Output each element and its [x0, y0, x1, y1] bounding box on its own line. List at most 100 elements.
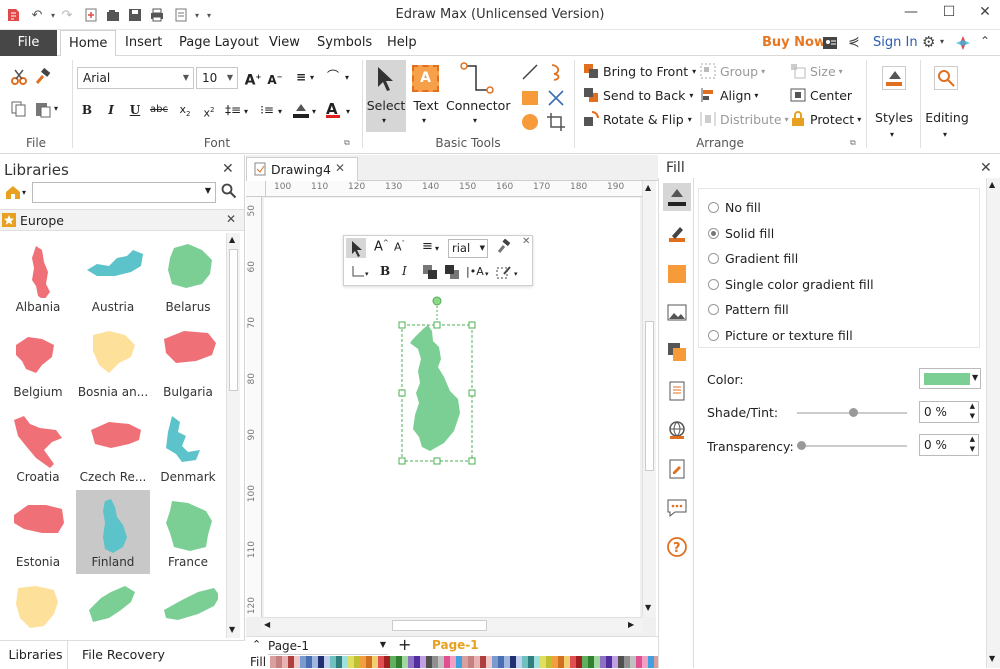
page-select[interactable]: Page-1 ▼	[268, 639, 388, 655]
transparency-input[interactable]: 0 % ▲ ▼	[919, 434, 979, 456]
fill-option-gradient-fill[interactable]: Gradient fill	[708, 251, 798, 266]
library-shape-item-12[interactable]	[1, 575, 75, 638]
resize-handle[interactable]	[468, 321, 476, 329]
library-shape-france[interactable]: France	[151, 490, 225, 574]
library-category-header[interactable]: Europe ✕	[0, 209, 244, 231]
search-icon[interactable]	[221, 183, 237, 202]
scroll-right-icon[interactable]: ▶	[628, 620, 634, 629]
library-shape-czech-re[interactable]: Czech Re...	[76, 405, 150, 489]
cut-icon[interactable]	[10, 68, 28, 89]
close-floatbar-icon[interactable]: ✕	[522, 236, 530, 247]
font-color-dropdown-icon[interactable]: ▾	[346, 107, 350, 116]
library-scrollbar[interactable]: ▲ ▼	[226, 233, 240, 638]
paragraph-align-icon[interactable]: ≡	[292, 68, 310, 86]
bring-forward-icon[interactable]	[422, 264, 438, 283]
ellipse-tool-icon[interactable]	[520, 112, 540, 135]
edit-shape-dropdown-icon[interactable]: ▾	[514, 270, 518, 278]
group-button[interactable]: Group ▾	[700, 63, 765, 79]
bold-button[interactable]: B	[78, 101, 96, 119]
text-path-icon[interactable]: ⌒	[324, 67, 342, 85]
library-shape-belarus[interactable]: Belarus	[151, 235, 225, 319]
page-tab-active[interactable]: Page-1	[432, 638, 479, 652]
tab-view[interactable]: View	[261, 30, 308, 56]
italic-button[interactable]: I	[402, 264, 407, 278]
spinner-arrows-icon[interactable]: ▲ ▼	[970, 434, 975, 454]
scroll-left-icon[interactable]: ◀	[264, 620, 270, 629]
decrease-font-icon[interactable]: Aˇ	[394, 240, 405, 254]
transparency-knob[interactable]	[797, 441, 806, 450]
document-tab[interactable]: Drawing4 ✕	[246, 157, 358, 181]
spinner-arrows-icon[interactable]: ▲ ▼	[970, 401, 975, 421]
line-style-icon[interactable]	[666, 224, 688, 246]
paragraph-align-icon[interactable]: ≡	[422, 239, 433, 254]
close-window-icon[interactable]: ✕	[974, 4, 996, 24]
line-tool-icon[interactable]	[520, 62, 540, 85]
scroll-down-icon[interactable]: ▼	[989, 654, 995, 663]
rectangle-tool-icon[interactable]	[520, 88, 540, 111]
resize-handle[interactable]	[398, 457, 406, 465]
connector-dropdown-icon[interactable]: ▾	[365, 270, 369, 278]
align-dropdown-icon[interactable]: ▾	[435, 244, 439, 253]
arrange-dialog-launcher-icon[interactable]: ⧉	[850, 138, 856, 148]
line-spacing-dropdown-icon[interactable]: ▾	[244, 107, 248, 116]
text-highlight-icon[interactable]	[292, 101, 310, 122]
align-button[interactable]: Align ▾	[700, 87, 758, 103]
comment-icon[interactable]	[666, 497, 688, 519]
font-dialog-launcher-icon[interactable]: ⧉	[344, 138, 350, 148]
increase-font-icon[interactable]: A+	[244, 68, 262, 89]
underline-button[interactable]: U	[126, 101, 144, 119]
home-dropdown-icon[interactable]: ▾	[22, 188, 26, 197]
scroll-thumb[interactable]	[392, 620, 487, 631]
collapse-ribbon-icon[interactable]: ⌃	[980, 34, 990, 48]
home-icon[interactable]	[4, 184, 24, 203]
shade-tint-slider[interactable]	[797, 408, 907, 417]
sign-in-link[interactable]: Sign In	[873, 30, 918, 56]
tab-insert[interactable]: Insert	[117, 30, 170, 56]
copy-icon[interactable]	[10, 100, 28, 121]
increase-font-icon[interactable]: A^	[374, 239, 389, 254]
superscript-button[interactable]: x2	[200, 101, 218, 120]
italic-button[interactable]: I	[102, 101, 120, 119]
library-shape-item-14[interactable]	[151, 575, 225, 638]
radio-button[interactable]	[708, 253, 719, 264]
tab-file-recovery[interactable]: File Recovery	[82, 641, 165, 669]
resize-handle[interactable]	[398, 321, 406, 329]
tab-page-layout[interactable]: Page Layout	[171, 30, 267, 56]
paste-dropdown-icon[interactable]: ▾	[54, 104, 58, 113]
minimize-icon[interactable]: —	[900, 4, 922, 24]
add-page-icon[interactable]: +	[398, 635, 411, 654]
settings-dropdown-icon[interactable]: ▾	[940, 37, 944, 46]
format-painter-icon[interactable]	[496, 238, 512, 258]
align-dropdown-icon[interactable]: ▾	[310, 73, 314, 82]
rotate-flip-button[interactable]: Rotate & Flip ▾	[583, 111, 692, 127]
text-tool-button[interactable]: A Text ▾	[408, 60, 444, 132]
send-backward-icon[interactable]	[444, 264, 460, 283]
page-properties-icon[interactable]	[666, 380, 688, 402]
fill-option-no-fill[interactable]: No fill	[708, 200, 761, 215]
scroll-up-icon[interactable]: ▲	[229, 235, 235, 244]
bold-button[interactable]: B	[380, 264, 390, 278]
tab-home[interactable]: Home	[60, 30, 117, 57]
library-shape-bosnia-an[interactable]: Bosnia an...	[76, 320, 150, 404]
close-category-icon[interactable]: ✕	[226, 212, 236, 226]
paste-icon[interactable]	[34, 100, 52, 121]
bullet-dropdown-icon[interactable]: ▾	[278, 107, 282, 116]
radio-button[interactable]	[708, 202, 719, 213]
styles-button[interactable]: Styles ▾	[870, 60, 918, 146]
scroll-up-icon[interactable]: ▲	[645, 183, 651, 192]
canvas-vertical-scrollbar[interactable]: ▲ ▼	[642, 181, 656, 617]
shade-tint-knob[interactable]	[849, 408, 858, 417]
theme-icon[interactable]	[955, 35, 971, 54]
scroll-thumb[interactable]	[229, 249, 238, 391]
scroll-down-icon[interactable]: ▼	[229, 625, 235, 634]
select-pointer-icon[interactable]	[346, 238, 366, 258]
color-palette[interactable]	[270, 656, 666, 668]
file-menu-tab[interactable]: File	[0, 30, 57, 56]
fill-option-picture-or-texture-fill[interactable]: Picture or texture fill	[708, 328, 853, 343]
help-icon[interactable]: ?	[666, 536, 688, 558]
subscript-button[interactable]: x2	[176, 101, 194, 119]
library-shape-denmark[interactable]: Denmark	[151, 405, 225, 489]
edit-shape-icon[interactable]	[496, 264, 512, 283]
radio-button[interactable]	[708, 227, 719, 239]
text-direction-icon[interactable]: |•A	[466, 265, 484, 278]
